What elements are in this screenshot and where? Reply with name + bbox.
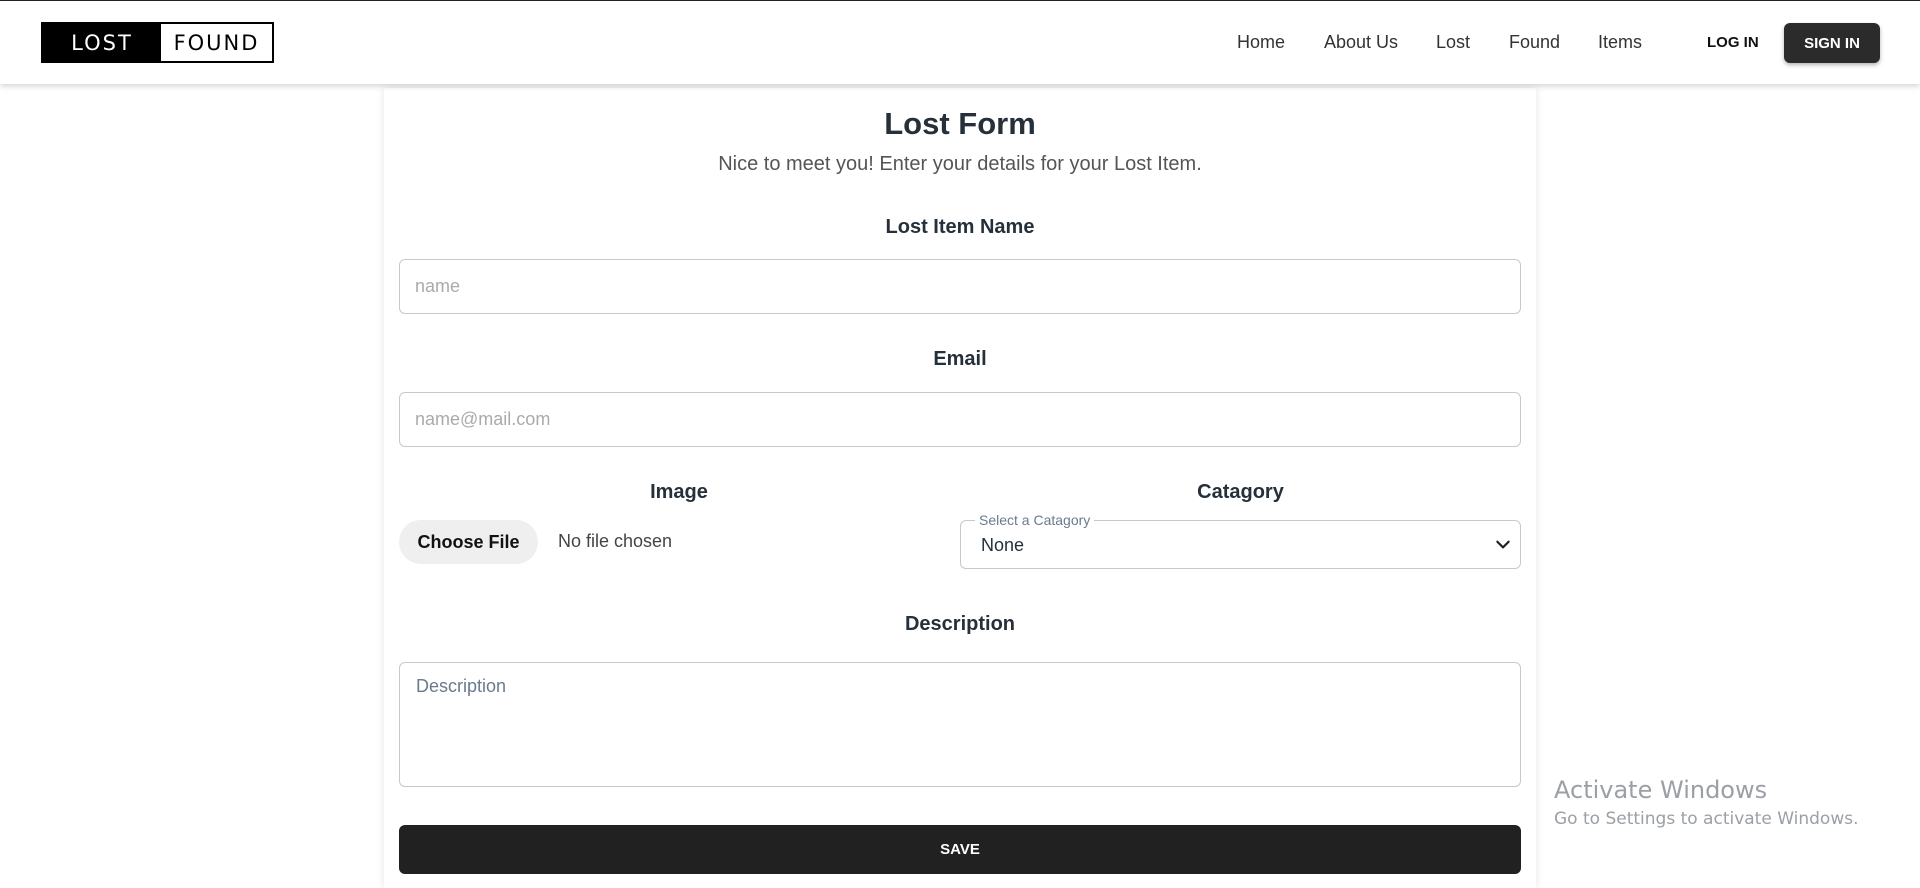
nav-lost[interactable]: Lost [1436,31,1470,53]
login-link[interactable]: LOG IN [1707,33,1759,53]
description-placeholder: Description [416,676,507,696]
image-label: Image [650,481,708,503]
file-status-text: No file chosen [558,531,673,551]
category-select-legend: Select a Catagory [975,512,1095,528]
sign-in-button[interactable]: SIGN IN [1784,23,1880,63]
chevron-down-icon [1496,540,1510,549]
logo-lost-text: LOST [43,24,161,61]
description-textarea[interactable]: Description [399,662,1521,787]
page-subtitle: Nice to meet you! Enter your details for… [718,153,1202,175]
save-button[interactable]: SAVE [399,825,1521,874]
description-label: Description [904,613,1016,635]
nav-items[interactable]: Items [1598,31,1642,53]
lost-form-card: Lost Form Nice to meet you! Enter your d… [384,88,1536,888]
nav-found[interactable]: Found [1509,31,1560,53]
email-placeholder: name@mail.com [415,409,551,429]
email-label: Email [933,348,987,370]
page-title: Lost Form [884,106,1036,141]
category-label: Catagory [1197,481,1284,503]
nav-home[interactable]: Home [1237,31,1285,53]
item-name-placeholder: name [415,276,461,296]
category-select[interactable]: Select a Catagory None [960,512,1521,569]
item-name-input[interactable]: name [399,259,1521,314]
logo[interactable]: LOST FOUND [41,22,274,63]
nav-about-us[interactable]: About Us [1324,31,1398,53]
top-navbar: LOST FOUND Home About Us Lost Found Item… [0,0,1920,84]
category-select-value: None [981,535,1025,555]
activate-windows-title: Activate Windows [1554,776,1768,804]
email-input[interactable]: name@mail.com [399,392,1521,447]
choose-file-button[interactable]: Choose File [399,520,538,564]
logo-found-text: FOUND [161,24,272,61]
activate-windows-subtitle: Go to Settings to activate Windows. [1554,809,1859,829]
item-name-label: Lost Item Name [885,216,1035,238]
